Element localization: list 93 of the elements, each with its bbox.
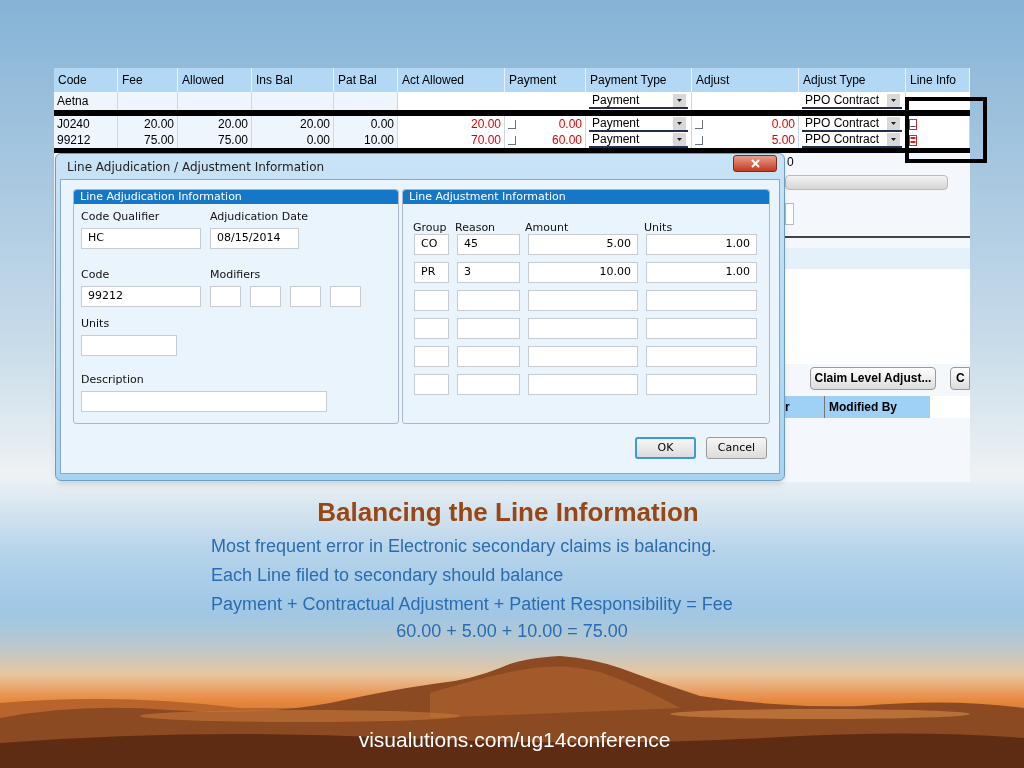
dropdown[interactable]: PPO Contract xyxy=(802,116,902,132)
input-field[interactable] xyxy=(414,290,449,311)
table-cell-text: Aetna xyxy=(57,93,89,110)
input-field[interactable]: PR xyxy=(414,262,449,283)
field-label: Description xyxy=(81,374,145,385)
input-field[interactable] xyxy=(785,203,794,225)
scroll-bar[interactable] xyxy=(785,175,948,190)
slide-text: Most frequent error in Electronic secondary claims is balancing. xyxy=(211,536,718,557)
input-field[interactable] xyxy=(457,346,520,367)
dialog-button[interactable]: Cancel xyxy=(706,437,767,459)
field-label: Reason xyxy=(455,221,496,234)
field-label: Units xyxy=(644,221,673,234)
dialog-title: Line Adjudication / Adjustment Information xyxy=(67,158,325,176)
table-cell-text: 20.00 xyxy=(143,116,174,133)
field-label: Group xyxy=(413,221,447,234)
input-field[interactable] xyxy=(646,346,757,367)
input-field[interactable] xyxy=(457,318,520,339)
field-label: Modifiers xyxy=(210,269,262,280)
table-cell-text: 70.00 xyxy=(470,132,501,149)
dropdown[interactable]: Payment xyxy=(589,132,688,148)
field-label: Code Qualifier xyxy=(81,211,161,222)
table-cell-text: 10.00 xyxy=(363,132,394,149)
input-field[interactable] xyxy=(330,286,361,307)
input-field[interactable] xyxy=(250,286,281,307)
dropdown[interactable]: PPO Contract xyxy=(802,93,902,109)
input-field[interactable]: 45 xyxy=(457,234,520,255)
input-field[interactable]: 99212 xyxy=(81,286,201,307)
table-cell xyxy=(334,92,398,110)
dropdown[interactable]: Payment xyxy=(589,93,688,109)
input-field[interactable] xyxy=(210,286,241,307)
dropdown[interactable]: Payment xyxy=(589,116,688,132)
input-field[interactable] xyxy=(528,318,638,339)
input-field[interactable] xyxy=(457,290,520,311)
input-field[interactable] xyxy=(646,290,757,311)
table-cell-text: 0 xyxy=(786,154,795,171)
field-label: Amount xyxy=(525,221,569,234)
input-field[interactable] xyxy=(528,374,638,395)
input-field[interactable]: 08/15/2014 xyxy=(210,228,299,249)
table-cell-text: 99212 xyxy=(57,132,91,149)
input-field[interactable]: 1.00 xyxy=(646,262,757,283)
table-cell-text: 0.00 xyxy=(558,116,582,133)
document-icon[interactable] xyxy=(909,118,917,130)
input-field[interactable] xyxy=(414,374,449,395)
table-cell-text: 60.00 xyxy=(551,132,582,149)
table-cell-text: 75.00 xyxy=(143,132,174,149)
input-field[interactable] xyxy=(528,346,638,367)
slide-title: Balancing the Line Information xyxy=(317,497,699,527)
table-cell-text: 0.00 xyxy=(771,116,795,133)
group-header: Line Adjustment Information xyxy=(403,190,769,204)
group-header: Line Adjudication Information xyxy=(74,190,398,204)
checkbox[interactable] xyxy=(508,119,516,129)
dropdown[interactable]: PPO Contract xyxy=(802,132,902,148)
field-label: Code xyxy=(81,269,111,280)
input-field[interactable] xyxy=(81,335,177,356)
table-cell-text: 20.00 xyxy=(299,116,330,133)
input-field[interactable]: HC xyxy=(81,228,201,249)
document-icon[interactable] xyxy=(909,134,917,146)
close-button[interactable] xyxy=(733,155,777,172)
slide-text: Each Line filed to secondary should balance xyxy=(211,565,565,586)
column-header[interactable]: Modified By xyxy=(825,396,930,418)
checkbox[interactable] xyxy=(508,135,516,145)
checkbox[interactable] xyxy=(695,135,703,145)
input-field[interactable]: 3 xyxy=(457,262,520,283)
table-cell-text: 5.00 xyxy=(771,132,795,149)
input-field[interactable] xyxy=(646,374,757,395)
input-field[interactable] xyxy=(457,374,520,395)
input-field[interactable] xyxy=(528,290,638,311)
table-cell-text: 20.00 xyxy=(217,116,248,133)
table-cell-text: 0.00 xyxy=(306,132,330,149)
table-cell-text: 75.00 xyxy=(217,132,248,149)
input-field[interactable] xyxy=(646,318,757,339)
checkbox[interactable] xyxy=(695,119,703,129)
input-field[interactable]: 5.00 xyxy=(528,234,638,255)
footer-url: visualutions.com/ug14conference xyxy=(358,727,671,752)
column-header[interactable]: r xyxy=(785,396,825,418)
input-field[interactable] xyxy=(414,318,449,339)
input-field[interactable] xyxy=(414,346,449,367)
slide-text: Payment + Contractual Adjustment + Patient Responsibility = Fee xyxy=(211,594,733,615)
toolbar-button[interactable]: C xyxy=(950,366,970,390)
claim-level-adjust-button[interactable]: Claim Level Adjust... xyxy=(810,366,936,390)
dialog-button[interactable]: OK xyxy=(635,437,696,459)
equation-text: 60.00 + 5.00 + 10.00 = 75.00 xyxy=(396,621,628,642)
input-field[interactable]: CO xyxy=(414,234,449,255)
input-field[interactable] xyxy=(290,286,321,307)
close-icon xyxy=(750,159,760,168)
input-field[interactable]: 10.00 xyxy=(528,262,638,283)
table-cell-text: 0.00 xyxy=(370,116,394,133)
field-label: Adjudication Date xyxy=(210,211,309,222)
input-field[interactable]: 1.00 xyxy=(646,234,757,255)
field-label: Units xyxy=(81,318,111,329)
table-cell-text: 20.00 xyxy=(470,116,501,133)
input-field[interactable] xyxy=(81,391,327,412)
table-cell-text: J0240 xyxy=(57,116,90,133)
